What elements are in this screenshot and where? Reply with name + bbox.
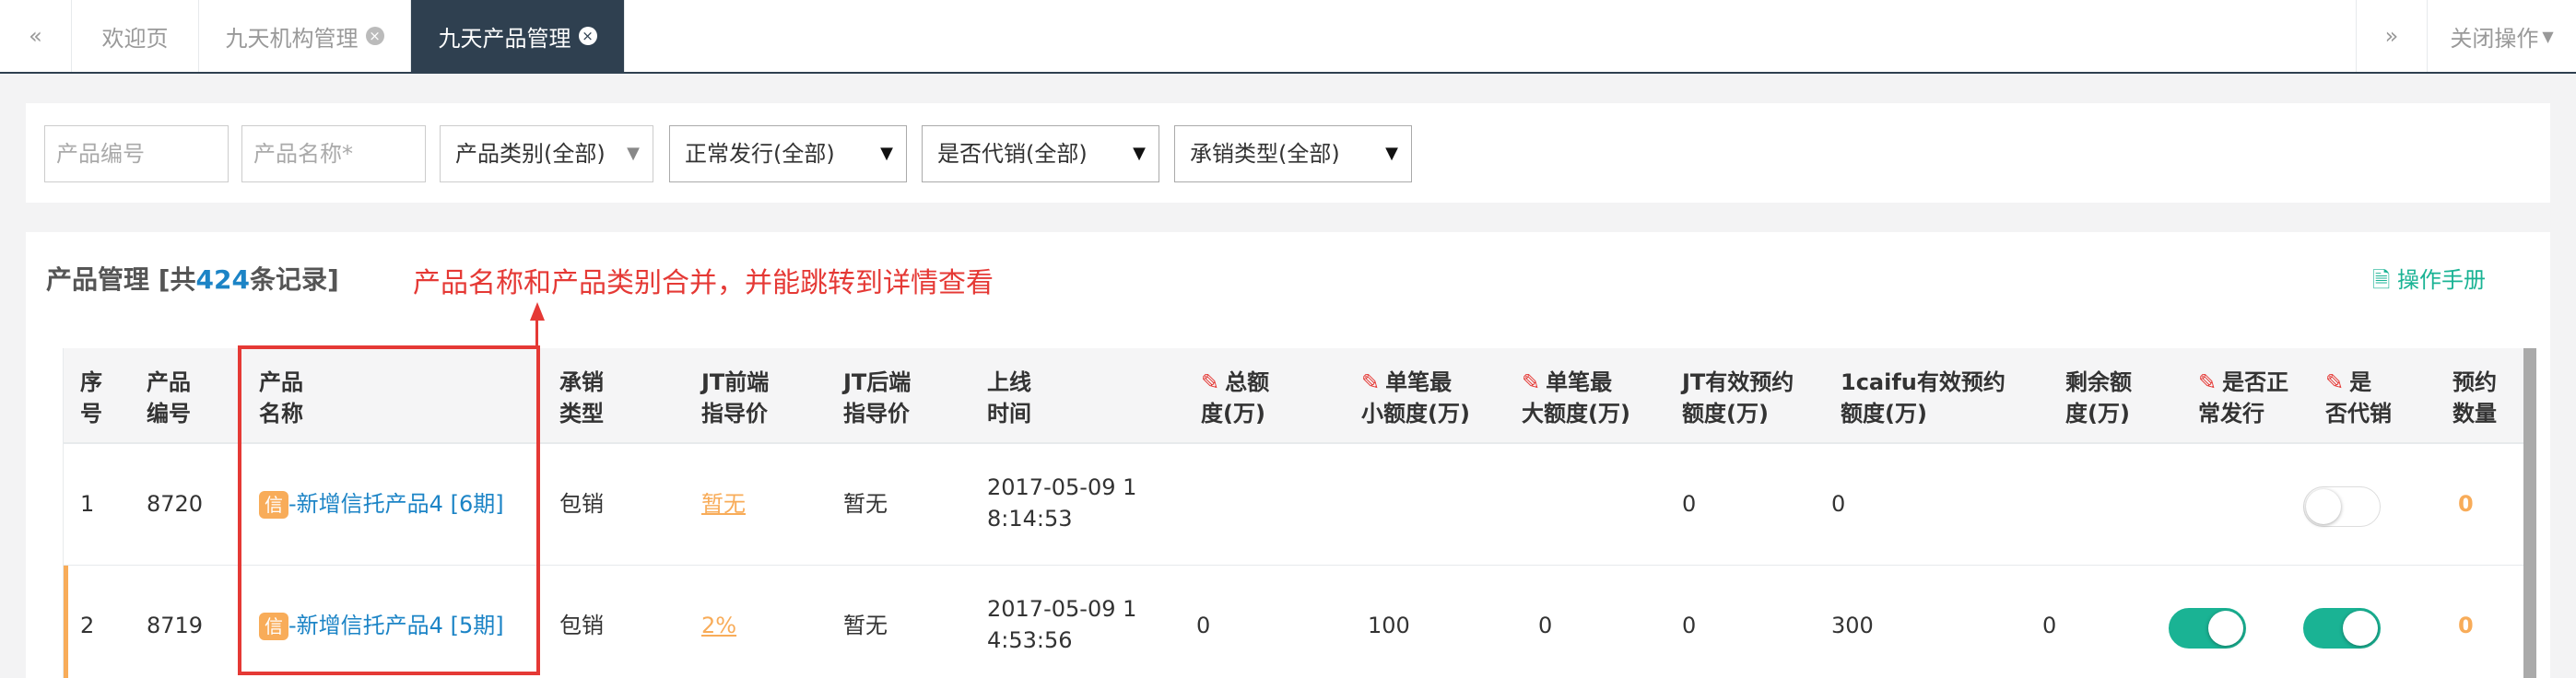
jt-front-link[interactable]: 2% xyxy=(701,610,736,641)
manual-label: 操作手册 xyxy=(2397,267,2486,293)
header-jt-front: JT前端 指导价 xyxy=(701,369,770,427)
cell-jt-back: 暂无 xyxy=(843,613,888,638)
cell-jt-valid: 0 xyxy=(1682,613,1697,638)
cell-code: 8719 xyxy=(147,613,204,638)
tab-welcome[interactable]: 欢迎页 xyxy=(72,0,199,72)
category-select[interactable]: 产品类别(全部) ▼ xyxy=(440,125,653,182)
edit-icon: ✎ xyxy=(1201,369,1220,395)
tab-label: 九天机构管理 xyxy=(225,25,359,52)
header-normal[interactable]: ✎ 是否正 常发行 xyxy=(2198,367,2288,429)
header-agent[interactable]: ✎ 是否代销 xyxy=(2325,367,2392,429)
annotation-note: 产品名称和产品类别合并，并能跳转到详情查看 xyxy=(413,267,994,299)
header-total[interactable]: ✎ 总额 度(万) xyxy=(1201,367,1269,429)
agent-toggle[interactable] xyxy=(2303,486,2381,527)
product-no-input[interactable]: 产品编号 xyxy=(44,125,229,182)
header-code: 产品 编号 xyxy=(147,369,191,427)
cell-code: 8720 xyxy=(147,491,204,517)
cell-type: 包销 xyxy=(559,613,604,638)
issue-select[interactable]: 正常发行(全部) ▼ xyxy=(669,125,907,182)
caret-down-icon: ▼ xyxy=(2542,27,2554,45)
agent-toggle[interactable] xyxy=(2303,608,2381,649)
cell-min: 100 xyxy=(1368,613,1410,638)
cell-online-time: 2017-05-09 1 8:14:53 xyxy=(987,474,1137,532)
annotation-arrow-line xyxy=(535,319,538,346)
document-icon: 🗎 xyxy=(2372,267,2391,293)
header-jt-valid: JT有效预约 额度(万) xyxy=(1682,369,1794,427)
close-icon[interactable]: × xyxy=(365,27,384,45)
select-value: 正常发行(全部) xyxy=(685,141,835,167)
manual-link[interactable]: 🗎 操作手册 xyxy=(2372,262,2486,302)
vertical-scrollbar[interactable] xyxy=(2523,348,2536,678)
tab-bar: « 欢迎页 九天机构管理 × 九天产品管理 × » 关闭操作 ▼ xyxy=(0,0,2576,74)
cell-caifu-valid: 300 xyxy=(1831,613,1874,638)
agency-select[interactable]: 是否代销(全部) ▼ xyxy=(922,125,1159,182)
title-suffix: 条记录] xyxy=(250,264,339,295)
close-ops-label: 关闭操作 xyxy=(2450,25,2539,52)
cell-total: 0 xyxy=(1196,613,1211,638)
select-value: 承销类型(全部) xyxy=(1190,141,1340,167)
cell-reserve: 0 xyxy=(2458,613,2474,638)
edit-icon: ✎ xyxy=(2198,369,2217,395)
edit-icon: ✎ xyxy=(1522,369,1541,395)
header-max[interactable]: ✎ 单笔最 大额度(万) xyxy=(1522,367,1630,429)
cell-online-time: 2017-05-09 1 4:53:56 xyxy=(987,596,1137,653)
annotation-arrow-icon xyxy=(530,302,545,321)
jt-front-link[interactable]: 暂无 xyxy=(701,488,746,520)
cell-seq: 1 xyxy=(80,491,95,517)
underwrite-type-select[interactable]: 承销类型(全部) ▼ xyxy=(1174,125,1412,182)
header-online-time: 上线 时间 xyxy=(987,369,1031,427)
tab-next-button[interactable]: » xyxy=(2356,0,2428,72)
toggle-knob xyxy=(2343,611,2378,646)
header-seq: 序号 xyxy=(80,369,102,427)
title-prefix: 产品管理 [共 xyxy=(46,264,196,295)
cell-seq: 2 xyxy=(80,613,95,638)
toggle-knob xyxy=(2306,489,2341,524)
header-remain: 剩余额 度(万) xyxy=(2065,369,2132,427)
select-value: 产品类别(全部) xyxy=(455,141,606,167)
close-icon[interactable]: × xyxy=(578,27,597,45)
header-jt-back: JT后端 指导价 xyxy=(843,369,912,427)
record-count: 424 xyxy=(195,264,250,295)
select-value: 是否代销(全部) xyxy=(937,141,1088,167)
tab-institution[interactable]: 九天机构管理 × xyxy=(199,0,411,72)
edit-icon: ✎ xyxy=(1361,369,1381,395)
cell-reserve: 0 xyxy=(2458,491,2474,517)
edit-icon: ✎ xyxy=(2325,369,2345,395)
panel-title: 产品管理 [共424条记录] xyxy=(46,260,339,297)
cell-jt-back: 暂无 xyxy=(843,491,888,517)
cell-max: 0 xyxy=(1538,613,1553,638)
toggle-knob xyxy=(2208,611,2243,646)
header-caifu-valid: 1caifu有效预约 额度(万) xyxy=(1841,369,2006,427)
caret-down-icon: ▼ xyxy=(880,144,893,163)
tab-prev-button[interactable]: « xyxy=(0,0,72,72)
cell-caifu-valid: 0 xyxy=(1831,491,1846,517)
header-type: 承销 类型 xyxy=(559,369,604,427)
annotation-highlight-box xyxy=(238,345,540,675)
tab-label: 九天产品管理 xyxy=(438,25,571,52)
header-min[interactable]: ✎ 单笔最 小额度(万) xyxy=(1361,367,1470,429)
caret-down-icon: ▼ xyxy=(1133,144,1146,163)
chevron-left-icon: « xyxy=(29,23,42,49)
caret-down-icon: ▼ xyxy=(627,144,640,163)
normal-issue-toggle[interactable] xyxy=(2169,608,2246,649)
product-name-input[interactable]: 产品名称* xyxy=(241,125,426,182)
tab-label: 欢迎页 xyxy=(101,25,169,52)
cell-jt-valid: 0 xyxy=(1682,491,1697,517)
header-reserve: 预约 数量 xyxy=(2452,369,2497,427)
chevron-right-icon: » xyxy=(2384,23,2399,49)
cell-type: 包销 xyxy=(559,491,604,517)
tab-product[interactable]: 九天产品管理 × xyxy=(411,0,625,72)
caret-down-icon: ▼ xyxy=(1385,144,1398,163)
close-operations-menu[interactable]: 关闭操作 ▼ xyxy=(2428,0,2576,72)
filter-panel: 产品编号 产品名称* 产品类别(全部) ▼ 正常发行(全部) ▼ 是否代销(全部) ▼… xyxy=(26,103,2550,203)
cell-remain: 0 xyxy=(2042,613,2057,638)
